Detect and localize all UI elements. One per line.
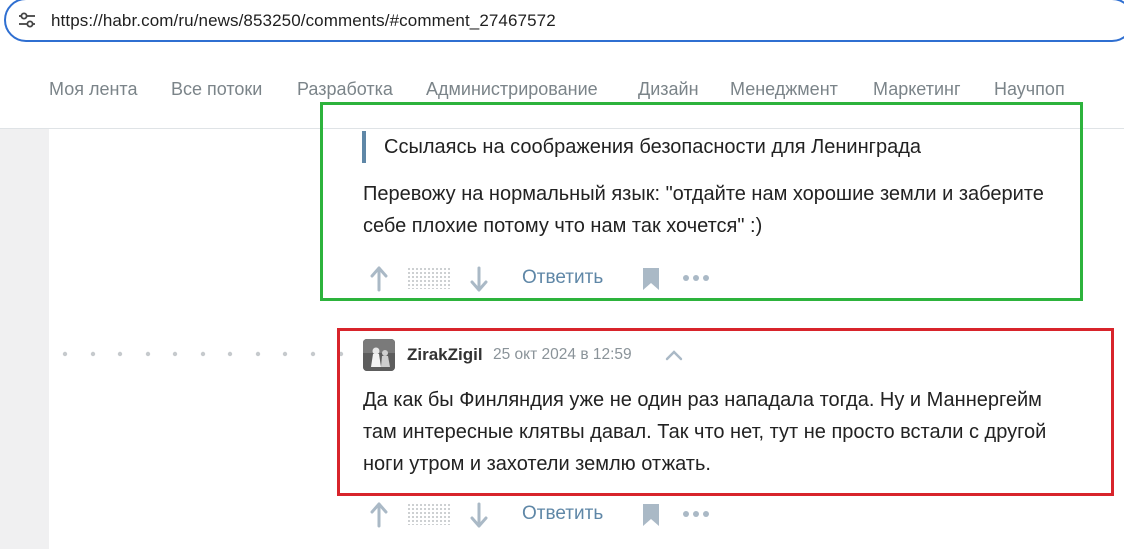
comment-actions: Ответить — [362, 500, 742, 530]
highlight-box-green — [320, 102, 1083, 301]
nav-item-popsci[interactable]: Научпоп — [994, 79, 1065, 100]
left-gutter — [0, 129, 49, 549]
more-icon[interactable] — [682, 510, 710, 518]
nav-item-development[interactable]: Разработка — [297, 79, 393, 100]
vote-down-icon[interactable] — [468, 502, 490, 528]
tune-icon[interactable] — [17, 10, 37, 30]
nav-item-management[interactable]: Менеджмент — [730, 79, 838, 100]
address-bar[interactable]: https://habr.com/ru/news/853250/comments… — [4, 0, 1124, 42]
nav-item-all-streams[interactable]: Все потоки — [171, 79, 262, 100]
bookmark-icon[interactable] — [640, 502, 662, 528]
url-text[interactable]: https://habr.com/ru/news/853250/comments… — [51, 11, 556, 31]
nav-item-design[interactable]: Дизайн — [638, 79, 699, 100]
nav-item-administration[interactable]: Администрирование — [426, 79, 598, 100]
nav-item-marketing[interactable]: Маркетинг — [873, 79, 961, 100]
nav-item-my-feed[interactable]: Моя лента — [49, 79, 137, 100]
vote-up-icon[interactable] — [368, 502, 390, 528]
reply-button[interactable]: Ответить — [522, 503, 603, 525]
highlight-box-red — [337, 328, 1114, 496]
hidden-score — [407, 503, 451, 525]
thread-indent-dots — [62, 351, 344, 357]
